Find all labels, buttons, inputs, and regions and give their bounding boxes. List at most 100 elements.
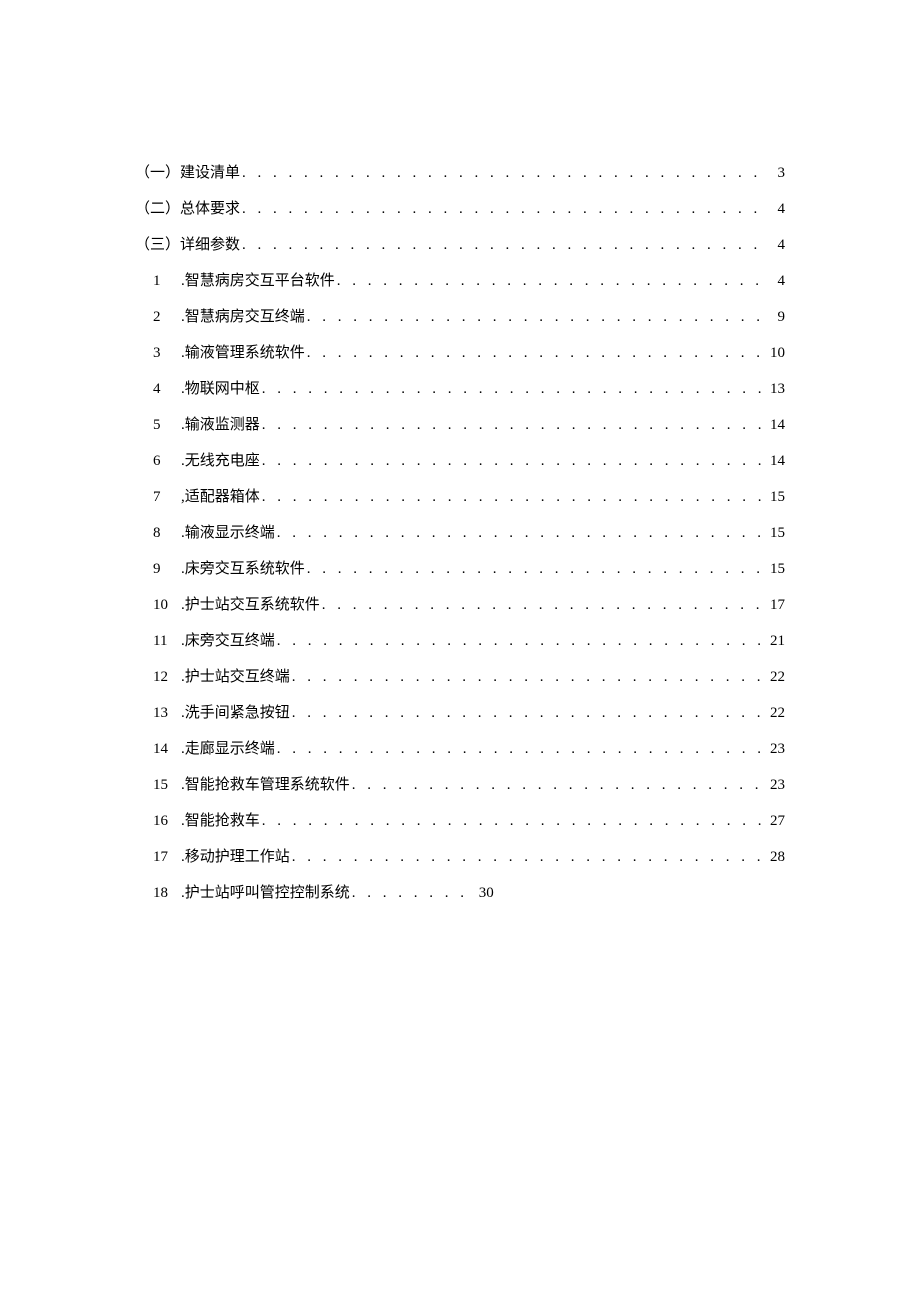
toc-entry: 12 .护士站交互终端 . . . . . . . . . . . . . . … <box>135 659 785 695</box>
toc-leader-dots: . . . . . . . . . . . . . . . . . . . . … <box>262 407 763 443</box>
toc-entry: 18 .护士站呼叫管控控制系统 . . . . . . . . . . . . … <box>135 875 785 911</box>
toc-title: .走廊显示终端 <box>181 731 275 767</box>
table-of-contents: （一）建设清单 . . . . . . . . . . . . . . . . … <box>135 155 785 911</box>
toc-leader-dots: . . . . . . . . . . . . . . . . . . . . … <box>292 659 763 695</box>
toc-item-number: 10 <box>153 587 181 623</box>
toc-entry: 6 .无线充电座 . . . . . . . . . . . . . . . .… <box>135 443 785 479</box>
toc-entry: 3 .输液管理系统软件 . . . . . . . . . . . . . . … <box>135 335 785 371</box>
toc-leader-dots: . . . . . . . . . . . . . . . . . . . . … <box>352 767 763 803</box>
toc-page-number: 3 <box>765 155 785 191</box>
toc-title: .移动护理工作站 <box>181 839 290 875</box>
toc-item-number: 9 <box>153 551 181 587</box>
toc-title: .输液管理系统软件 <box>181 335 305 371</box>
toc-title: .智能抢救车 <box>181 803 260 839</box>
toc-entry: 9 .床旁交互系统软件 . . . . . . . . . . . . . . … <box>135 551 785 587</box>
toc-title: .洗手间紧急按钮 <box>181 695 290 731</box>
toc-entry: 14 .走廊显示终端 . . . . . . . . . . . . . . .… <box>135 731 785 767</box>
toc-item-number: 17 <box>153 839 181 875</box>
toc-entry: 13 .洗手间紧急按钮 . . . . . . . . . . . . . . … <box>135 695 785 731</box>
toc-page-number: 21 <box>765 623 785 659</box>
toc-page-number: 23 <box>765 767 785 803</box>
toc-page-number: 28 <box>765 839 785 875</box>
toc-page-number: 30 <box>474 875 494 911</box>
toc-title: .物联网中枢 <box>181 371 260 407</box>
toc-item-number: 2 <box>153 299 181 335</box>
toc-leader-dots: . . . . . . . . . . . . . . . . . . . . … <box>292 839 763 875</box>
toc-item-number: 4 <box>153 371 181 407</box>
toc-item-number: 8 <box>153 515 181 551</box>
toc-entry: 4 .物联网中枢 . . . . . . . . . . . . . . . .… <box>135 371 785 407</box>
toc-entry: 15 .智能抢救车管理系统软件 . . . . . . . . . . . . … <box>135 767 785 803</box>
toc-leader-dots: . . . . . . . . . . . . . . . . . . . . … <box>322 587 763 623</box>
toc-page-number: 23 <box>765 731 785 767</box>
toc-page-number: 4 <box>765 263 785 299</box>
toc-item-number: 7 <box>153 479 181 515</box>
toc-title: .智能抢救车管理系统软件 <box>181 767 350 803</box>
toc-leader-dots: . . . . . . . . . . . . . <box>352 875 472 911</box>
toc-item-number: 16 <box>153 803 181 839</box>
toc-leader-dots: . . . . . . . . . . . . . . . . . . . . … <box>277 731 763 767</box>
toc-page-number: 27 <box>765 803 785 839</box>
toc-entry: 10 .护士站交互系统软件 . . . . . . . . . . . . . … <box>135 587 785 623</box>
toc-leader-dots: . . . . . . . . . . . . . . . . . . . . … <box>307 299 763 335</box>
toc-title: .输液显示终端 <box>181 515 275 551</box>
toc-title: .床旁交互终端 <box>181 623 275 659</box>
toc-leader-dots: . . . . . . . . . . . . . . . . . . . . … <box>242 227 763 263</box>
toc-leader-dots: . . . . . . . . . . . . . . . . . . . . … <box>292 695 763 731</box>
toc-page-number: 4 <box>765 227 785 263</box>
toc-leader-dots: . . . . . . . . . . . . . . . . . . . . … <box>242 191 763 227</box>
toc-title: .床旁交互系统软件 <box>181 551 305 587</box>
toc-entry: 11 .床旁交互终端 . . . . . . . . . . . . . . .… <box>135 623 785 659</box>
toc-title: .无线充电座 <box>181 443 260 479</box>
toc-entry: 17 .移动护理工作站 . . . . . . . . . . . . . . … <box>135 839 785 875</box>
toc-title: ,适配器箱体 <box>181 479 260 515</box>
toc-item-number: 6 <box>153 443 181 479</box>
toc-item-number: 12 <box>153 659 181 695</box>
toc-leader-dots: . . . . . . . . . . . . . . . . . . . . … <box>262 371 763 407</box>
toc-entry: （二）总体要求 . . . . . . . . . . . . . . . . … <box>135 191 785 227</box>
toc-entry: 16 .智能抢救车 . . . . . . . . . . . . . . . … <box>135 803 785 839</box>
toc-leader-dots: . . . . . . . . . . . . . . . . . . . . … <box>337 263 763 299</box>
toc-entry: （三）详细参数 . . . . . . . . . . . . . . . . … <box>135 227 785 263</box>
toc-item-number: 11 <box>153 623 181 659</box>
toc-item-number: 13 <box>153 695 181 731</box>
toc-page-number: 15 <box>765 515 785 551</box>
toc-page-number: 13 <box>765 371 785 407</box>
toc-leader-dots: . . . . . . . . . . . . . . . . . . . . … <box>262 443 763 479</box>
toc-leader-dots: . . . . . . . . . . . . . . . . . . . . … <box>262 803 763 839</box>
toc-title: .护士站呼叫管控控制系统 <box>181 875 350 911</box>
toc-leader-dots: . . . . . . . . . . . . . . . . . . . . … <box>307 335 763 371</box>
toc-leader-dots: . . . . . . . . . . . . . . . . . . . . … <box>307 551 763 587</box>
toc-title: .护士站交互终端 <box>181 659 290 695</box>
toc-leader-dots: . . . . . . . . . . . . . . . . . . . . … <box>262 479 763 515</box>
toc-entry: 2 .智慧病房交互终端 . . . . . . . . . . . . . . … <box>135 299 785 335</box>
toc-title: （三）详细参数 <box>135 227 240 263</box>
toc-item-number: 15 <box>153 767 181 803</box>
toc-page-number: 22 <box>765 695 785 731</box>
toc-page-number: 10 <box>765 335 785 371</box>
toc-page-number: 17 <box>765 587 785 623</box>
toc-title: （二）总体要求 <box>135 191 240 227</box>
toc-page-number: 4 <box>765 191 785 227</box>
toc-entry: 7 ,适配器箱体 . . . . . . . . . . . . . . . .… <box>135 479 785 515</box>
toc-item-number: 18 <box>153 875 181 911</box>
toc-page-number: 14 <box>765 407 785 443</box>
toc-item-number: 5 <box>153 407 181 443</box>
toc-leader-dots: . . . . . . . . . . . . . . . . . . . . … <box>277 515 763 551</box>
toc-entry: 1 .智慧病房交互平台软件 . . . . . . . . . . . . . … <box>135 263 785 299</box>
toc-title: .智慧病房交互终端 <box>181 299 305 335</box>
toc-entry: （一）建设清单 . . . . . . . . . . . . . . . . … <box>135 155 785 191</box>
toc-item-number: 14 <box>153 731 181 767</box>
toc-entry: 8 .输液显示终端 . . . . . . . . . . . . . . . … <box>135 515 785 551</box>
toc-page-number: 9 <box>765 299 785 335</box>
toc-entry: 5 .输液监测器 . . . . . . . . . . . . . . . .… <box>135 407 785 443</box>
toc-item-number: 1 <box>153 263 181 299</box>
toc-leader-dots: . . . . . . . . . . . . . . . . . . . . … <box>277 623 763 659</box>
toc-title: .护士站交互系统软件 <box>181 587 320 623</box>
toc-page-number: 15 <box>765 551 785 587</box>
toc-title: .输液监测器 <box>181 407 260 443</box>
toc-page-number: 14 <box>765 443 785 479</box>
toc-title: .智慧病房交互平台软件 <box>181 263 335 299</box>
toc-page-number: 22 <box>765 659 785 695</box>
toc-title: （一）建设清单 <box>135 155 240 191</box>
